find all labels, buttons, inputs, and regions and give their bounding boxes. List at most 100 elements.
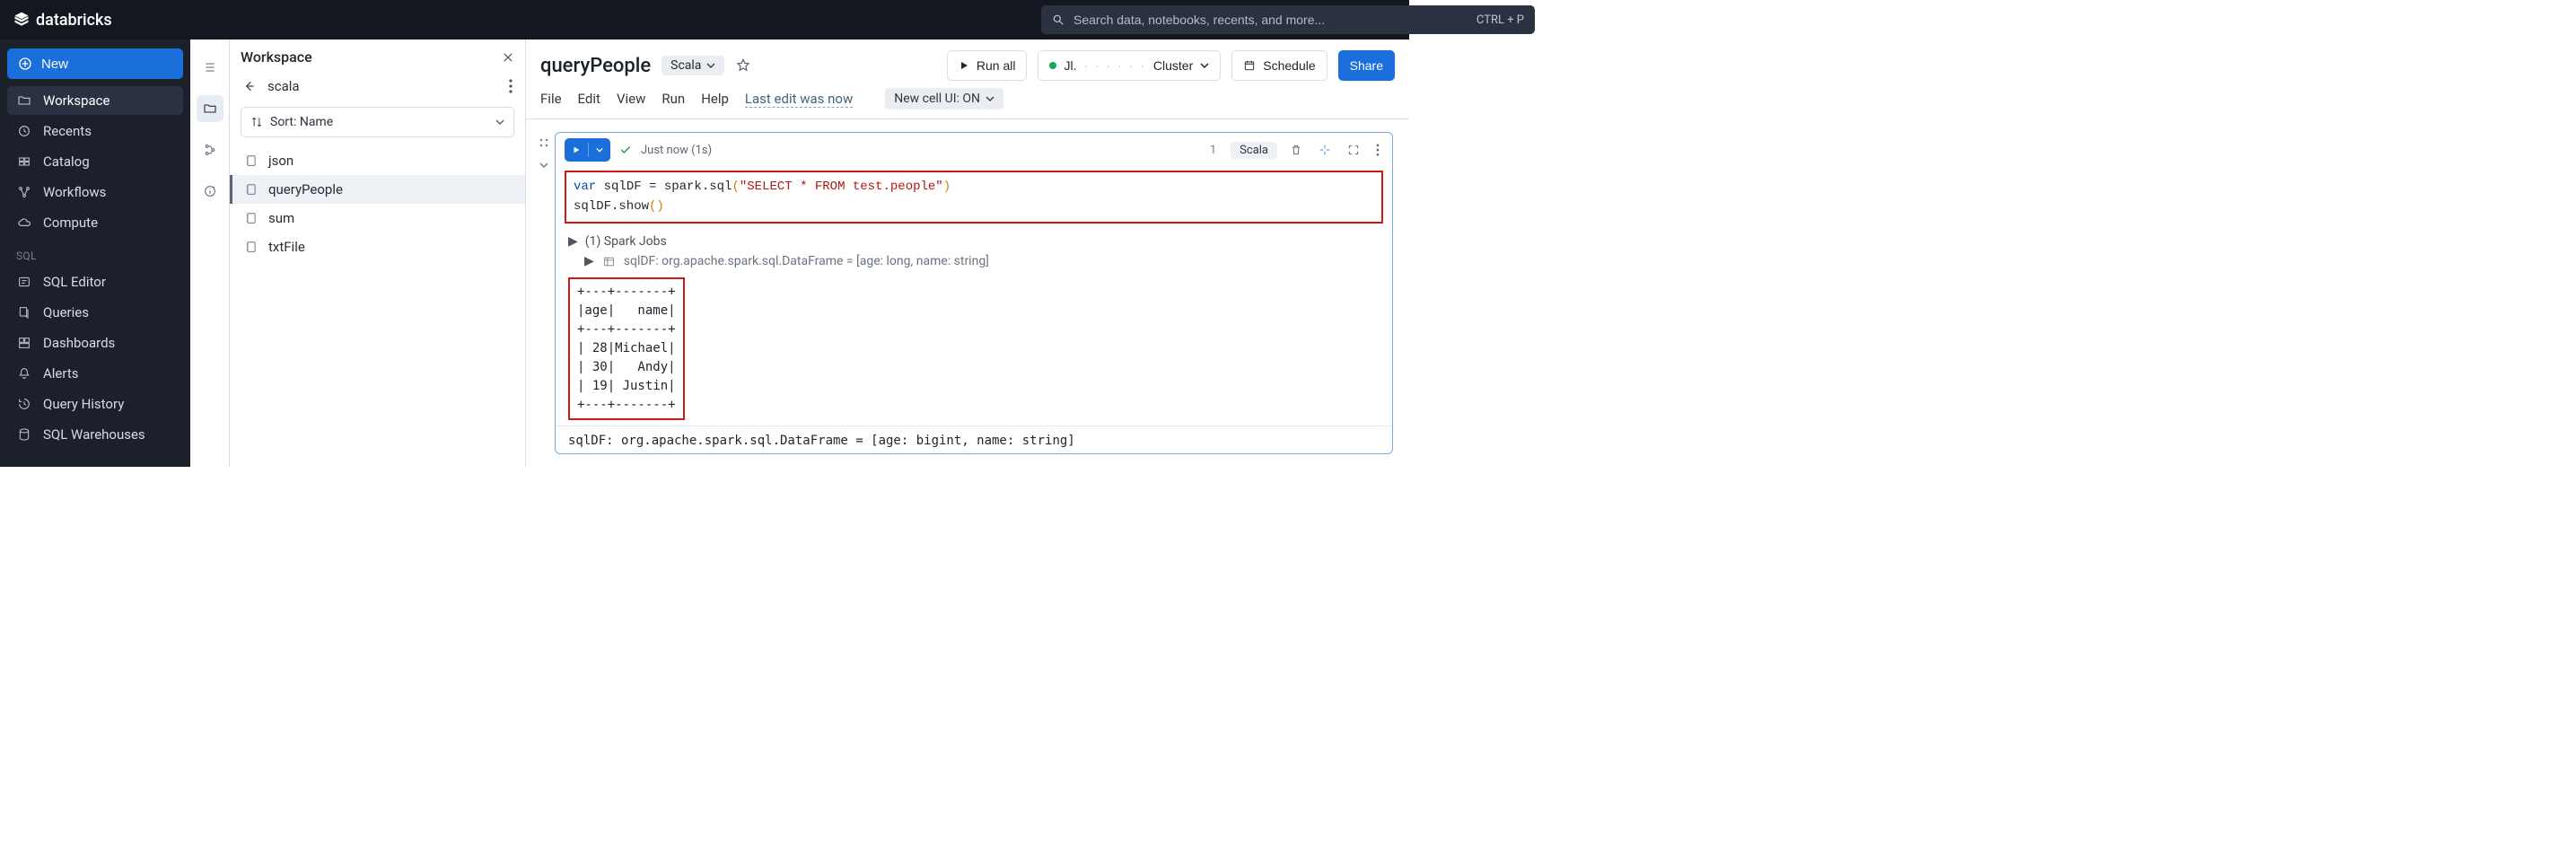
brand-text: databricks bbox=[36, 11, 112, 30]
code-token: ) bbox=[656, 199, 663, 214]
calendar-icon bbox=[1243, 59, 1256, 72]
cell-ui-toggle[interactable]: New cell UI: ON bbox=[885, 88, 1003, 110]
file-label: txtFile bbox=[268, 239, 305, 255]
play-icon[interactable] bbox=[565, 138, 588, 162]
kebab-icon[interactable] bbox=[1372, 140, 1383, 160]
notebook-editor: queryPeople Scala Run all Jl. · · · · · … bbox=[526, 39, 1409, 467]
menu-view[interactable]: View bbox=[617, 91, 645, 107]
run-all-button[interactable]: Run all bbox=[947, 50, 1028, 81]
catalog-icon bbox=[16, 154, 32, 170]
sort-label: Sort: Name bbox=[270, 115, 333, 129]
menu-run[interactable]: Run bbox=[662, 91, 685, 107]
notebook-title[interactable]: queryPeople bbox=[540, 55, 651, 77]
code-token: sqlDF = spark.sql bbox=[596, 180, 732, 194]
nav-queries[interactable]: Queries bbox=[7, 298, 183, 327]
new-button-label: New bbox=[41, 57, 68, 72]
code-token: ) bbox=[943, 180, 951, 194]
cell-ui-label: New cell UI: ON bbox=[894, 92, 980, 106]
schema-row[interactable]: ▶ sqlDF: org.apache.spark.sql.DataFrame … bbox=[556, 252, 1392, 274]
file-item-txtfile[interactable]: txtFile bbox=[230, 232, 525, 261]
notebook-icon bbox=[245, 212, 259, 224]
expand-triangle-icon[interactable]: ▶ bbox=[584, 254, 594, 268]
trash-icon[interactable] bbox=[1286, 140, 1306, 160]
sort-icon bbox=[250, 116, 263, 128]
nav-alerts[interactable]: Alerts bbox=[7, 359, 183, 388]
plus-circle-icon bbox=[18, 57, 32, 71]
rail-folder[interactable] bbox=[197, 95, 223, 122]
menu-edit[interactable]: Edit bbox=[578, 91, 600, 107]
last-edit-link[interactable]: Last edit was now bbox=[745, 91, 853, 108]
notebook-icon bbox=[245, 154, 259, 167]
cluster-picker[interactable]: Jl. · · · · · · Cluster bbox=[1038, 50, 1221, 81]
nav-label: SQL Warehouses bbox=[43, 426, 145, 443]
cluster-obscured: · · · · · · bbox=[1083, 58, 1145, 73]
share-button[interactable]: Share bbox=[1338, 50, 1395, 81]
notebook-menus: File Edit View Run Help Last edit was no… bbox=[540, 81, 1395, 118]
schedule-button[interactable]: Schedule bbox=[1231, 50, 1327, 81]
nav-section-sql: SQL bbox=[7, 239, 183, 266]
file-browser: Workspace scala Sort: Name json queryPeo… bbox=[230, 39, 526, 467]
file-item-querypeople[interactable]: queryPeople bbox=[230, 175, 525, 204]
spark-jobs-row[interactable]: ▶ (1) Spark Jobs bbox=[556, 231, 1392, 252]
sort-dropdown[interactable]: Sort: Name bbox=[241, 107, 514, 137]
file-browser-title: Workspace bbox=[241, 48, 312, 66]
history-icon bbox=[16, 396, 32, 412]
nav-label: Catalog bbox=[43, 154, 90, 170]
notebook-icon bbox=[245, 241, 259, 253]
nav-compute[interactable]: Compute bbox=[7, 208, 183, 237]
brand-logo[interactable]: databricks bbox=[13, 11, 112, 30]
drag-handle-icon[interactable] bbox=[539, 137, 549, 148]
close-icon[interactable] bbox=[502, 51, 514, 64]
nav-label: Queries bbox=[43, 304, 89, 320]
expand-icon[interactable] bbox=[1344, 140, 1363, 160]
code-token: var bbox=[574, 180, 596, 194]
expand-triangle-icon[interactable]: ▶ bbox=[568, 234, 578, 249]
code-token: sqlDF.show bbox=[574, 199, 649, 214]
collapse-chevron-icon[interactable] bbox=[539, 161, 548, 170]
cell-gutter bbox=[533, 132, 555, 454]
language-pill[interactable]: Scala bbox=[662, 56, 724, 75]
workflows-icon bbox=[16, 184, 32, 200]
menu-file[interactable]: File bbox=[540, 91, 562, 107]
nav-sql-warehouses[interactable]: SQL Warehouses bbox=[7, 420, 183, 449]
spark-jobs-label: (1) Spark Jobs bbox=[585, 234, 667, 249]
file-item-json[interactable]: json bbox=[230, 146, 525, 175]
global-search[interactable]: CTRL + P bbox=[1041, 5, 1535, 34]
result-type-line: sqlDF: org.apache.spark.sql.DataFrame = … bbox=[556, 426, 1392, 457]
rail-schema[interactable] bbox=[197, 136, 223, 163]
nav-label: Workflows bbox=[43, 184, 106, 200]
nav-query-history[interactable]: Query History bbox=[7, 390, 183, 418]
rail-toc[interactable] bbox=[197, 54, 223, 81]
code-token: ( bbox=[732, 180, 739, 194]
code-cell[interactable]: Just now (1s) 1 Scala var sqlDF = spark.… bbox=[555, 132, 1393, 454]
rail-assistant[interactable] bbox=[197, 178, 223, 205]
kebab-icon[interactable] bbox=[509, 79, 513, 93]
nav-sql-editor[interactable]: SQL Editor bbox=[7, 268, 183, 296]
new-button[interactable]: New bbox=[7, 48, 183, 79]
back-arrow-icon[interactable] bbox=[242, 79, 257, 93]
table-output: +---+-------+ |age| name| +---+-------+ … bbox=[568, 277, 685, 420]
nav-workflows[interactable]: Workflows bbox=[7, 178, 183, 206]
sparkle-icon[interactable] bbox=[1315, 140, 1335, 160]
search-input[interactable] bbox=[1072, 12, 1476, 28]
nav-dashboards[interactable]: Dashboards bbox=[7, 329, 183, 357]
chevron-down-icon bbox=[986, 94, 994, 103]
file-label: json bbox=[268, 153, 294, 169]
breadcrumb-current[interactable]: scala bbox=[267, 78, 300, 94]
topbar: databricks CTRL + P firstWorkspace ? bbox=[0, 0, 1409, 39]
run-menu-chevron[interactable] bbox=[589, 138, 610, 162]
code-editor[interactable]: var sqlDF = spark.sql("SELECT * FROM tes… bbox=[565, 171, 1383, 224]
nav-label: Compute bbox=[43, 215, 98, 231]
nav-label: Recents bbox=[43, 123, 92, 139]
folder-icon bbox=[16, 92, 32, 109]
nav-catalog[interactable]: Catalog bbox=[7, 147, 183, 176]
nav-recents[interactable]: Recents bbox=[7, 117, 183, 145]
file-item-sum[interactable]: sum bbox=[230, 204, 525, 232]
search-shortcut: CTRL + P bbox=[1476, 13, 1524, 27]
cell-lang-tag[interactable]: Scala bbox=[1231, 142, 1277, 159]
star-icon[interactable] bbox=[735, 57, 751, 74]
menu-help[interactable]: Help bbox=[701, 91, 729, 107]
success-check-icon bbox=[619, 144, 632, 156]
nav-workspace[interactable]: Workspace bbox=[7, 86, 183, 115]
run-cell-button[interactable] bbox=[565, 138, 610, 162]
